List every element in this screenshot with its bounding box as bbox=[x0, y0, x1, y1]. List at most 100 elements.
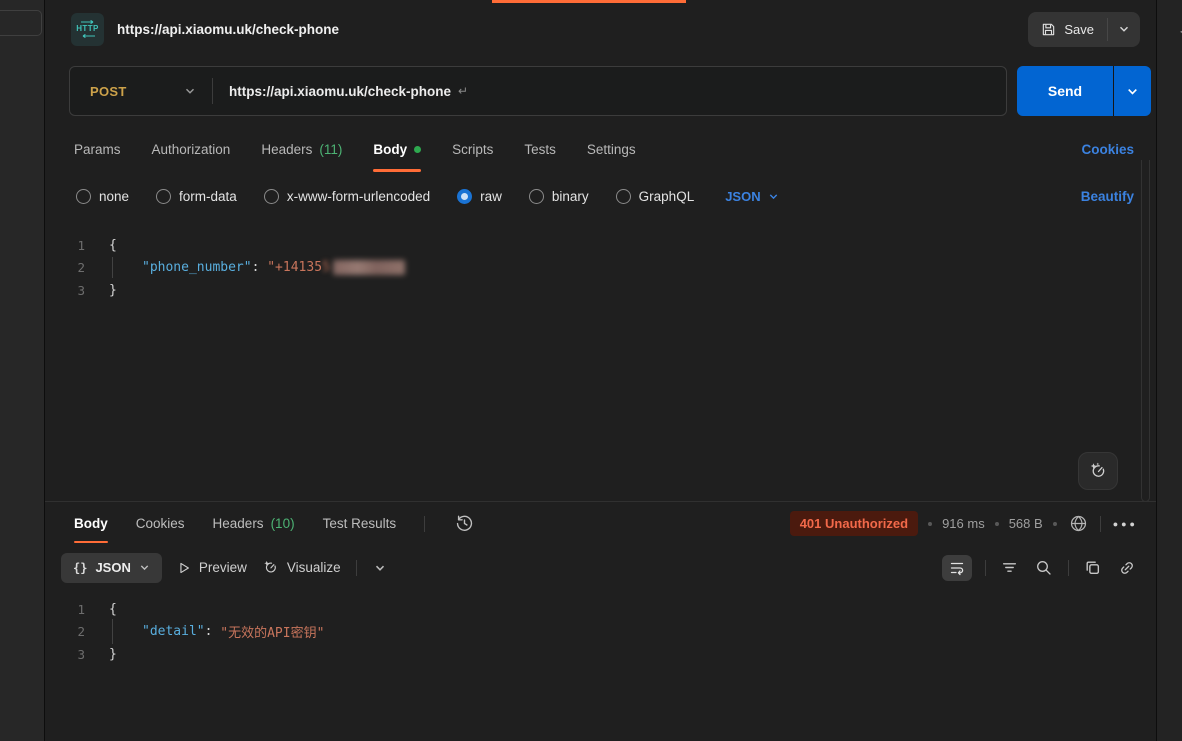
response-panel: Body Cookies Headers(10) Test Results 40… bbox=[45, 502, 1156, 741]
tab-authorization[interactable]: Authorization bbox=[152, 124, 231, 174]
line-number: 3 bbox=[45, 283, 109, 298]
divider bbox=[985, 560, 986, 576]
body-type-none[interactable]: none bbox=[76, 189, 129, 204]
network-info-button[interactable] bbox=[1067, 512, 1090, 535]
body-type-binary[interactable]: binary bbox=[529, 189, 589, 204]
wrap-text-button[interactable] bbox=[942, 555, 972, 581]
json-key: "detail" bbox=[142, 624, 205, 639]
response-tab-cookies[interactable]: Cookies bbox=[136, 502, 185, 545]
save-icon bbox=[1041, 22, 1056, 37]
link-icon bbox=[1118, 559, 1136, 577]
response-body-editor[interactable]: 1 { 2 "detail": "无效的API密钥" 3 } bbox=[45, 590, 1156, 741]
divider bbox=[1068, 560, 1069, 576]
code-line: 2 "detail": "无效的API密钥" bbox=[45, 621, 1156, 644]
divider bbox=[356, 560, 357, 576]
arrow-left-icon bbox=[80, 34, 96, 38]
search-icon bbox=[1035, 559, 1053, 577]
link-button[interactable] bbox=[1116, 557, 1138, 579]
url-input[interactable]: https://api.xiaomu.uk/check-phone ↵ bbox=[213, 84, 1006, 99]
globe-icon bbox=[1069, 514, 1088, 533]
response-tab-headers[interactable]: Headers(10) bbox=[213, 502, 295, 545]
app-window: HTTP https://api.xiaomu.uk/check-phone S… bbox=[0, 0, 1182, 741]
language-selector[interactable]: JSON bbox=[725, 189, 778, 204]
chevron-down-icon bbox=[1118, 23, 1130, 35]
response-time[interactable]: 916 ms bbox=[942, 516, 985, 531]
redaction-blur bbox=[333, 260, 405, 275]
filter-icon bbox=[1001, 559, 1018, 576]
preview-play-icon bbox=[177, 561, 191, 575]
code-line: 1 { bbox=[45, 598, 1156, 621]
tab-body[interactable]: Body bbox=[373, 124, 421, 174]
divider bbox=[1100, 516, 1101, 532]
visualize-sparkle-icon bbox=[262, 559, 279, 576]
send-options-button[interactable] bbox=[1114, 66, 1151, 116]
body-type-urlencoded[interactable]: x-www-form-urlencoded bbox=[264, 189, 430, 204]
right-sidebar-strip: ◂ bbox=[1156, 0, 1182, 741]
divider bbox=[424, 516, 425, 532]
sidebar-partial-box[interactable] bbox=[0, 10, 42, 36]
save-button[interactable]: Save bbox=[1028, 12, 1107, 47]
response-headers-count: (10) bbox=[271, 516, 295, 531]
url-bar: POST https://api.xiaomu.uk/check-phone ↵ bbox=[69, 66, 1007, 116]
request-title: https://api.xiaomu.uk/check-phone bbox=[117, 22, 339, 37]
response-tab-body[interactable]: Body bbox=[74, 502, 108, 545]
chevron-down-icon bbox=[184, 85, 196, 97]
redacted-digits: 5 bbox=[322, 260, 330, 275]
body-type-form-data[interactable]: form-data bbox=[156, 189, 237, 204]
send-group: Send bbox=[1017, 66, 1151, 116]
more-options-icon[interactable]: ●●● bbox=[1111, 517, 1140, 531]
tab-headers[interactable]: Headers(11) bbox=[261, 124, 342, 174]
radio-icon bbox=[529, 189, 544, 204]
response-size[interactable]: 568 B bbox=[1009, 516, 1043, 531]
tab-settings[interactable]: Settings bbox=[587, 124, 636, 174]
postbot-sparkle-icon bbox=[1088, 461, 1108, 481]
json-value: "+14135 bbox=[267, 260, 322, 275]
line-number: 2 bbox=[45, 260, 109, 275]
cookies-link[interactable]: Cookies bbox=[1081, 142, 1134, 157]
send-button[interactable]: Send bbox=[1017, 66, 1113, 116]
dot-separator bbox=[995, 522, 999, 526]
beautify-link[interactable]: Beautify bbox=[1081, 189, 1134, 204]
chevron-down-icon bbox=[768, 191, 779, 202]
tab-scripts[interactable]: Scripts bbox=[452, 124, 493, 174]
code-line: 3 } bbox=[45, 279, 1156, 302]
radio-icon bbox=[616, 189, 631, 204]
preview-button[interactable]: Preview bbox=[177, 560, 247, 575]
response-tab-test-results[interactable]: Test Results bbox=[323, 502, 397, 545]
indent-guide bbox=[112, 619, 113, 644]
radio-icon bbox=[264, 189, 279, 204]
postbot-button[interactable] bbox=[1078, 452, 1118, 490]
body-type-graphql[interactable]: GraphQL bbox=[616, 189, 695, 204]
dot-separator bbox=[928, 522, 932, 526]
visualize-options-button[interactable] bbox=[372, 560, 388, 576]
code-line: 3 } bbox=[45, 643, 1156, 666]
url-text: https://api.xiaomu.uk/check-phone bbox=[229, 84, 451, 99]
active-tab-indicator bbox=[492, 0, 686, 3]
filter-button[interactable] bbox=[999, 557, 1020, 578]
chevron-down-icon bbox=[139, 562, 150, 573]
copy-button[interactable] bbox=[1082, 557, 1103, 578]
method-selector[interactable]: POST bbox=[70, 67, 212, 115]
braces-icon: {} bbox=[73, 561, 87, 575]
json-key: "phone_number" bbox=[142, 260, 252, 275]
response-format-selector[interactable]: {} JSON bbox=[61, 553, 162, 583]
search-button[interactable] bbox=[1033, 557, 1055, 579]
dot-separator bbox=[1053, 522, 1057, 526]
response-meta: 401 Unauthorized 916 ms 568 B ●●● bbox=[790, 511, 1140, 536]
main-panel: HTTP https://api.xiaomu.uk/check-phone S… bbox=[45, 0, 1156, 741]
line-number: 2 bbox=[45, 624, 109, 639]
chevron-down-icon bbox=[1126, 85, 1139, 98]
tab-params[interactable]: Params bbox=[74, 124, 121, 174]
save-options-button[interactable] bbox=[1108, 12, 1140, 47]
http-method-icon: HTTP bbox=[71, 13, 104, 46]
code-line: 1 { bbox=[45, 234, 1156, 257]
http-badge-label: HTTP bbox=[76, 25, 99, 33]
response-history-button[interactable] bbox=[453, 512, 476, 535]
status-badge[interactable]: 401 Unauthorized bbox=[790, 511, 918, 536]
body-type-raw[interactable]: raw bbox=[457, 189, 502, 204]
radio-selected-icon bbox=[457, 189, 472, 204]
return-icon: ↵ bbox=[458, 84, 468, 98]
tab-tests[interactable]: Tests bbox=[524, 124, 556, 174]
visualize-button[interactable]: Visualize bbox=[262, 559, 341, 576]
request-body-editor[interactable]: 1 { 2 "phone_number": "+141355 3 } bbox=[45, 218, 1156, 502]
